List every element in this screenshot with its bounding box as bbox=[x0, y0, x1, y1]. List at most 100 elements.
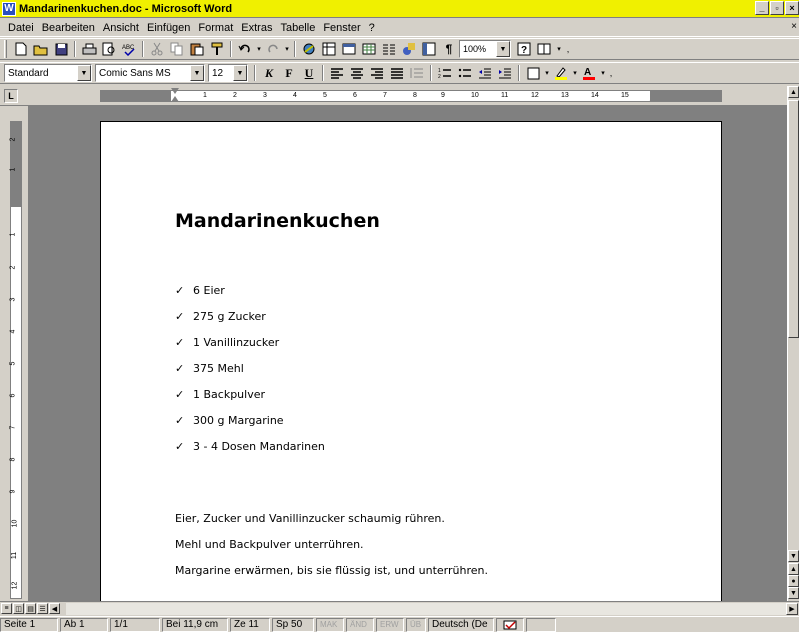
line-spacing-icon[interactable] bbox=[407, 64, 427, 82]
status-position: Bei 11,9 cm bbox=[162, 617, 228, 632]
minimize-button[interactable]: _ bbox=[755, 1, 769, 15]
show-formatting-icon[interactable]: ¶ bbox=[439, 40, 459, 58]
document-map-icon[interactable] bbox=[419, 40, 439, 58]
chevron-down-icon[interactable]: ▼ bbox=[496, 41, 510, 57]
browse-object-icon[interactable]: ● bbox=[788, 575, 799, 587]
undo-dropdown-icon[interactable]: ▾ bbox=[255, 40, 263, 58]
horizontal-ruler[interactable]: 2 1 1 2 3 4 5 6 7 8 9 10 11 12 13 14 15 … bbox=[100, 88, 722, 102]
insert-excel-icon[interactable] bbox=[359, 40, 379, 58]
columns-icon[interactable] bbox=[379, 40, 399, 58]
status-track-changes[interactable]: ÄND bbox=[346, 617, 374, 632]
previous-page-icon[interactable]: ▲ bbox=[788, 563, 799, 575]
redo-dropdown-icon[interactable]: ▾ bbox=[283, 40, 291, 58]
scrollbar-thumb[interactable] bbox=[788, 100, 799, 338]
scroll-right-icon[interactable]: ▶ bbox=[786, 603, 798, 615]
menu-datei[interactable]: Datei bbox=[4, 22, 38, 34]
cut-icon[interactable] bbox=[147, 40, 167, 58]
save-icon[interactable] bbox=[51, 40, 71, 58]
vertical-scrollbar[interactable]: ▲ ▼ ▲ ● ▼ bbox=[787, 86, 799, 601]
border-icon[interactable] bbox=[523, 64, 543, 82]
bullets-icon[interactable] bbox=[455, 64, 475, 82]
instruction-paragraph: Mehl und Backpulver unterrühren. bbox=[175, 537, 364, 551]
chevron-down-icon[interactable]: ▼ bbox=[233, 65, 247, 81]
menu-einfuegen[interactable]: Einfügen bbox=[143, 22, 194, 34]
menu-help[interactable]: ? bbox=[365, 22, 379, 34]
normal-view-icon[interactable]: ≡ bbox=[1, 603, 12, 614]
document-close-button[interactable]: × bbox=[791, 21, 797, 32]
window-title: Mandarinenkuchen.doc - Microsoft Word bbox=[19, 2, 233, 15]
increase-indent-icon[interactable] bbox=[495, 64, 515, 82]
align-right-icon[interactable] bbox=[367, 64, 387, 82]
restore-button[interactable]: ▫ bbox=[770, 1, 784, 15]
word-app-icon[interactable]: W bbox=[2, 1, 16, 16]
document-page[interactable]: Mandarinenkuchen ✓ 6 Eier ✓ 275 g Zucker ✓… bbox=[100, 121, 722, 601]
status-language[interactable]: Deutsch (De bbox=[428, 617, 494, 632]
menu-format[interactable]: Format bbox=[194, 22, 237, 34]
status-extend[interactable]: ERW bbox=[376, 617, 404, 632]
redo-icon[interactable] bbox=[263, 40, 283, 58]
outline-view-icon[interactable]: ☰ bbox=[37, 603, 48, 614]
help-icon[interactable]: ? bbox=[514, 40, 534, 58]
spelling-icon[interactable]: ABC bbox=[119, 40, 139, 58]
read-mode-icon[interactable] bbox=[534, 40, 554, 58]
checkmark-icon: ✓ bbox=[175, 283, 185, 297]
toolbar-more-icon[interactable]: , bbox=[607, 64, 615, 82]
border-dropdown-icon[interactable]: ▾ bbox=[543, 64, 551, 82]
ingredient-text: 3 - 4 Dosen Mandarinen bbox=[193, 439, 325, 453]
tab-selector[interactable]: L bbox=[4, 89, 18, 103]
underline-button[interactable]: U bbox=[299, 64, 319, 82]
highlight-dropdown-icon[interactable]: ▾ bbox=[571, 64, 579, 82]
paste-icon[interactable] bbox=[187, 40, 207, 58]
open-icon[interactable] bbox=[31, 40, 51, 58]
hyperlink-icon[interactable] bbox=[299, 40, 319, 58]
undo-icon[interactable] bbox=[235, 40, 255, 58]
chevron-down-icon[interactable]: ▼ bbox=[77, 65, 91, 81]
print-preview-icon[interactable] bbox=[99, 40, 119, 58]
menu-tabelle[interactable]: Tabelle bbox=[276, 22, 319, 34]
status-line: Ze 11 bbox=[230, 617, 270, 632]
zoom-combo[interactable]: 100% ▼ bbox=[459, 40, 511, 58]
toolbar-more-icon[interactable]: , bbox=[564, 40, 572, 58]
scroll-left-icon[interactable]: ◀ bbox=[49, 603, 60, 614]
close-button[interactable]: × bbox=[785, 1, 799, 15]
menu-ansicht[interactable]: Ansicht bbox=[99, 22, 143, 34]
hanging-indent-marker[interactable] bbox=[171, 96, 179, 102]
copy-icon[interactable] bbox=[167, 40, 187, 58]
toolbar-separator bbox=[294, 41, 296, 57]
font-color-dropdown-icon[interactable]: ▾ bbox=[599, 64, 607, 82]
menu-fenster[interactable]: Fenster bbox=[319, 22, 364, 34]
format-painter-icon[interactable] bbox=[207, 40, 227, 58]
next-page-icon[interactable]: ▼ bbox=[788, 587, 799, 599]
left-indent-marker[interactable] bbox=[171, 88, 179, 94]
status-macro-recording[interactable]: MAK bbox=[316, 617, 344, 632]
menu-bearbeiten[interactable]: Bearbeiten bbox=[38, 22, 99, 34]
italic-button[interactable]: K bbox=[259, 64, 279, 82]
numbering-icon[interactable]: 12 bbox=[435, 64, 455, 82]
insert-table-icon[interactable] bbox=[339, 40, 359, 58]
font-size-combo[interactable]: 12 ▼ bbox=[208, 64, 248, 82]
menu-extras[interactable]: Extras bbox=[237, 22, 276, 34]
align-center-icon[interactable] bbox=[347, 64, 367, 82]
font-color-icon[interactable]: A bbox=[579, 64, 599, 82]
decrease-indent-icon[interactable] bbox=[475, 64, 495, 82]
spelling-status-icon[interactable] bbox=[496, 617, 524, 632]
style-combo[interactable]: Standard ▼ bbox=[4, 64, 92, 82]
web-layout-icon[interactable]: ◫ bbox=[13, 603, 24, 614]
toolbar-grip[interactable] bbox=[4, 40, 7, 58]
highlight-icon[interactable] bbox=[551, 64, 571, 82]
print-layout-icon[interactable]: ▤ bbox=[25, 603, 36, 614]
toolbar-options-icon[interactable]: ▾ bbox=[554, 40, 564, 58]
scroll-down-icon[interactable]: ▼ bbox=[788, 550, 799, 562]
chevron-down-icon[interactable]: ▼ bbox=[190, 65, 204, 81]
horizontal-scrollbar[interactable] bbox=[66, 603, 786, 615]
bold-button[interactable]: F bbox=[279, 64, 299, 82]
scroll-up-icon[interactable]: ▲ bbox=[788, 86, 799, 98]
print-icon[interactable] bbox=[79, 40, 99, 58]
tables-borders-icon[interactable] bbox=[319, 40, 339, 58]
new-document-icon[interactable] bbox=[11, 40, 31, 58]
align-left-icon[interactable] bbox=[327, 64, 347, 82]
status-overtype[interactable]: ÜB bbox=[406, 617, 426, 632]
font-combo[interactable]: Comic Sans MS ▼ bbox=[95, 64, 205, 82]
justify-icon[interactable] bbox=[387, 64, 407, 82]
drawing-icon[interactable] bbox=[399, 40, 419, 58]
